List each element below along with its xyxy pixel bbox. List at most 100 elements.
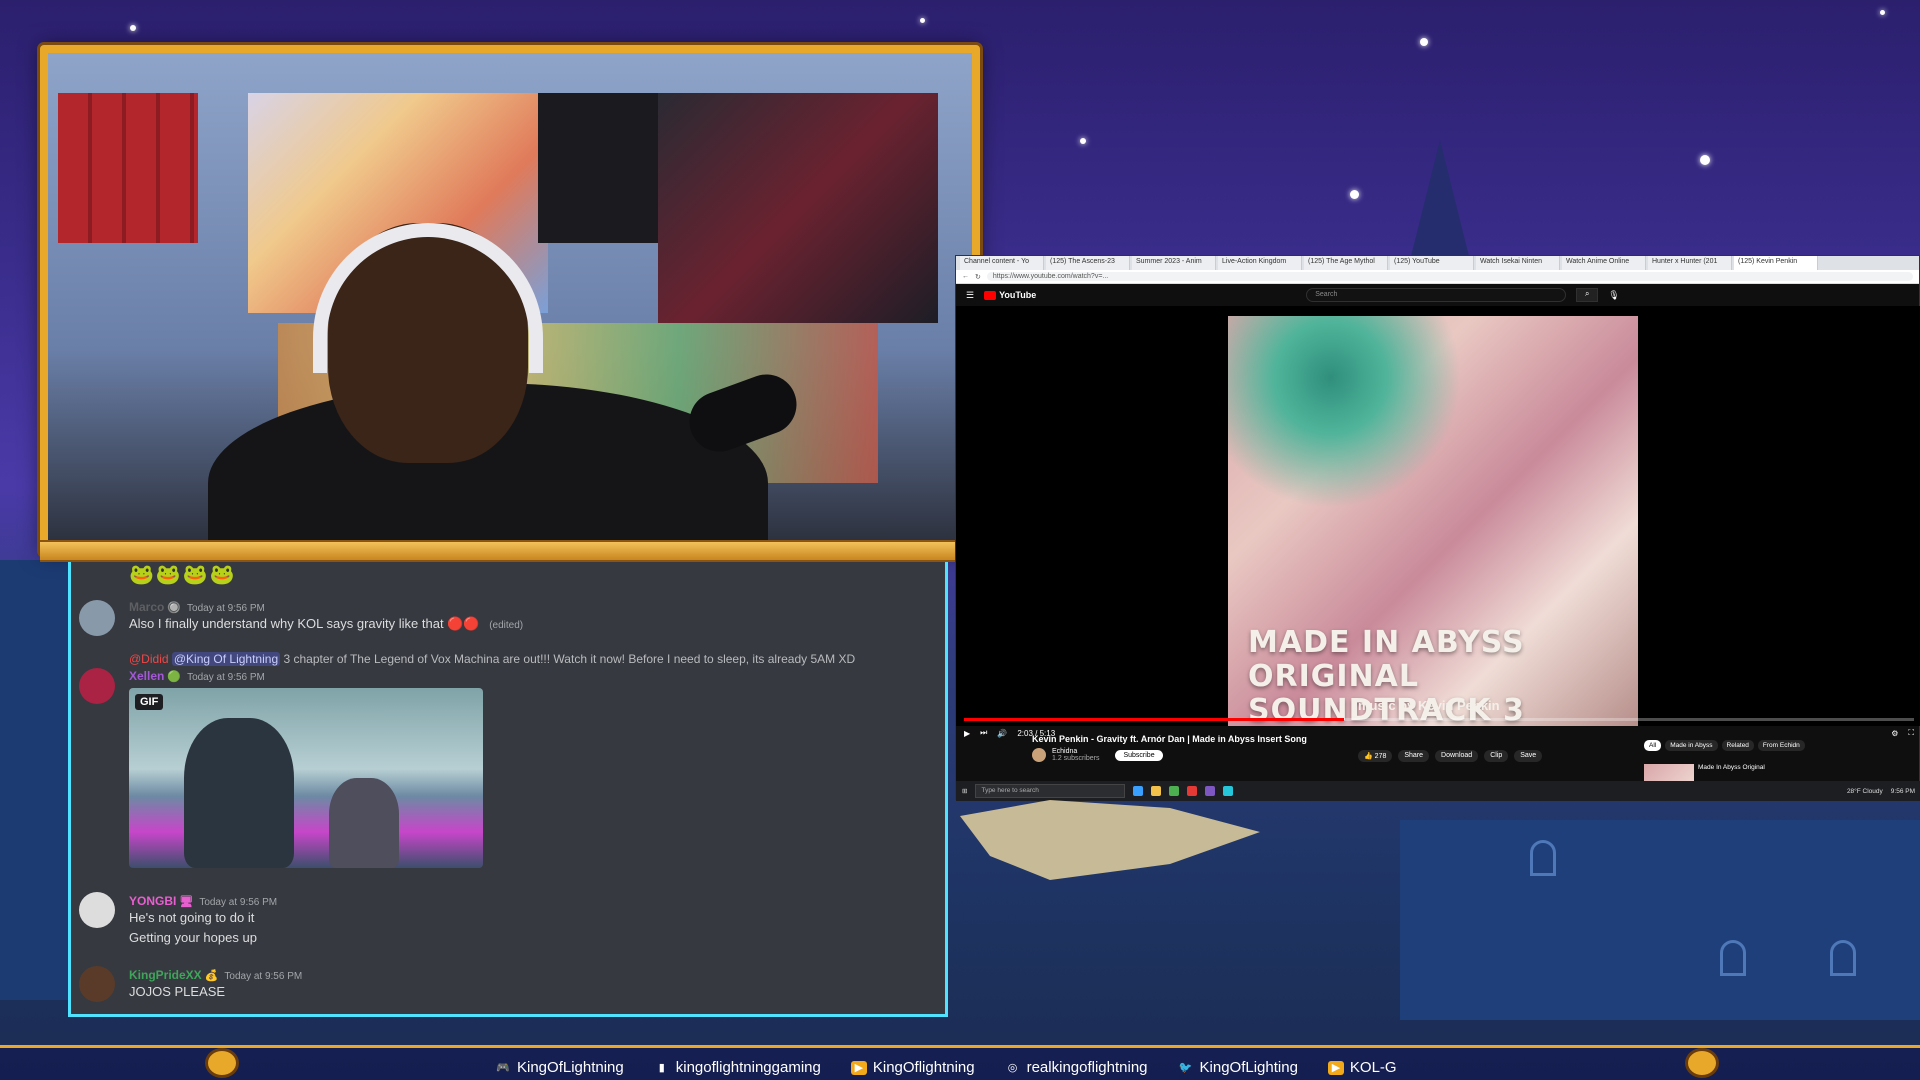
video-player[interactable]: MADE IN ABYSS ORIGINAL SOUNDTRACK 3 music… — [956, 306, 1920, 738]
browser-window: Channel content - Yo (125) The Ascens-23… — [955, 255, 1920, 801]
channel-avatar[interactable] — [1032, 748, 1046, 762]
video-progress-bar[interactable] — [964, 718, 1914, 721]
avatar[interactable] — [79, 892, 115, 928]
menu-icon[interactable]: ☰ — [966, 290, 974, 301]
browser-tab[interactable]: (125) The Ascens-23 — [1046, 256, 1130, 270]
channel-row: Echidna 1.2 subscribers Subscribe — [1032, 748, 1163, 762]
username[interactable]: Xellen 🟢 Today at 9:56 PM — [129, 669, 265, 683]
foam-panel-red — [58, 93, 198, 243]
download-button[interactable]: Download — [1435, 750, 1479, 762]
social-instagram[interactable]: ◎ realkingoflightning — [1005, 1059, 1148, 1076]
social-discord[interactable]: 🎮 KingOfLightning — [495, 1059, 624, 1076]
timestamp: Today at 9:56 PM — [187, 672, 265, 683]
save-button[interactable]: Save — [1514, 750, 1543, 762]
recommendation-chips: All Made in Abyss Related From Echidn — [1644, 740, 1805, 751]
foam-panel-black — [538, 93, 658, 243]
message-text: JOJOS PLEASE — [129, 984, 226, 999]
browser-tab-active[interactable]: (125) Kevin Penkin — [1734, 256, 1818, 270]
town-window — [1720, 940, 1746, 976]
back-icon[interactable]: ← — [962, 273, 969, 280]
youtube-logo[interactable]: YouTube — [984, 290, 1036, 300]
chip-from-channel[interactable]: From Echidn — [1757, 740, 1805, 751]
browser-tab[interactable]: Watch Anime Online — [1562, 256, 1646, 270]
reply-preview[interactable]: @Didid @King Of Lightning 3 chapter of T… — [129, 652, 855, 666]
instagram-icon: ◎ — [1007, 1062, 1018, 1074]
town-scenery — [1400, 820, 1920, 1020]
fullscreen-icon[interactable]: ⛶ — [1908, 728, 1914, 738]
browser-tab[interactable]: Hunter x Hunter (201 — [1648, 256, 1732, 270]
avatar[interactable] — [79, 600, 115, 636]
user-badge: 🟢 — [167, 671, 182, 683]
weather-status: 28°F Cloudy — [1846, 787, 1883, 795]
volume-icon[interactable]: 🔊 — [997, 729, 1007, 738]
webcam-frame — [40, 45, 980, 555]
like-button[interactable]: 👍 278 — [1358, 750, 1393, 762]
browser-tab[interactable]: (125) YouTube — [1390, 256, 1474, 270]
youtube-icon: ▶ — [1327, 1060, 1344, 1075]
settings-icon[interactable]: ⚙ — [1891, 729, 1898, 738]
social-youtube[interactable]: ▶ KingOflightning — [850, 1059, 975, 1076]
play-icon[interactable]: ▶ — [964, 729, 970, 738]
taskbar-app-icon[interactable] — [1169, 786, 1180, 796]
share-button[interactable]: Share — [1398, 750, 1430, 762]
reload-icon[interactable]: ↻ — [975, 273, 981, 281]
next-icon[interactable]: ⏭ — [980, 728, 987, 738]
footer-cap-right — [1685, 1048, 1719, 1078]
subscribe-button[interactable]: Subscribe — [1115, 749, 1163, 761]
clip-button[interactable]: Clip — [1484, 750, 1509, 762]
social-twitch[interactable]: ▮ kingoflightninggaming — [654, 1059, 821, 1076]
username[interactable]: YONGBI 🖥 Today at 9:56 PM — [129, 894, 277, 908]
taskbar-app-icon[interactable] — [1205, 786, 1216, 796]
chip-all[interactable]: All — [1644, 740, 1662, 751]
chip-related[interactable]: Related — [1721, 740, 1754, 751]
browser-tab[interactable]: Live-Action Kingdom — [1218, 256, 1302, 270]
star — [1420, 38, 1428, 46]
avatar[interactable] — [79, 966, 115, 1002]
timestamp: Today at 9:56 PM — [199, 897, 278, 908]
left-town-scenery — [0, 560, 70, 1000]
youtube-header: ☰ YouTube Search ⌕ 🎙 — [956, 284, 1919, 306]
browser-tab[interactable]: Summer 2023 - Anim — [1132, 256, 1216, 270]
youtube-icon: ▶ — [850, 1060, 867, 1075]
discord-chat: 🐸🐸🐸🐸 Marco 🔘 Today at 9:56 PM Also I final… — [68, 562, 948, 1017]
browser-tab[interactable]: Channel content - Yo — [960, 256, 1044, 270]
tower-spire — [1410, 140, 1470, 260]
search-input[interactable]: Search — [1306, 288, 1567, 302]
video-title: Kevin Penkin - Gravity ft. Arnór Dan | M… — [1032, 734, 1307, 744]
browser-tab[interactable]: Watch Isekai Ninten — [1476, 256, 1560, 270]
url-field[interactable]: https://www.youtube.com/watch?v=... — [986, 272, 1913, 281]
social-links: 🎮 KingOfLightning ▮ kingoflightninggaming … — [495, 1059, 1397, 1076]
gif-label: GIF — [135, 694, 164, 710]
star — [1880, 10, 1885, 15]
username[interactable]: Marco 🔘 Today at 9:56 PM — [129, 600, 265, 614]
browser-tabs: Channel content - Yo (125) The Ascens-23… — [956, 256, 1919, 270]
like-icon: 👍 — [1364, 753, 1373, 760]
timestamp: Today at 9:56 PM — [187, 603, 265, 614]
taskbar-app-icon[interactable] — [1187, 786, 1198, 796]
browser-tab[interactable]: (125) The Age Mythol — [1304, 256, 1388, 270]
map-island — [960, 800, 1260, 880]
subscriber-count: 1.2 subscribers — [1052, 755, 1100, 762]
gif-figure — [184, 718, 294, 868]
taskbar-app-icon[interactable] — [1223, 786, 1234, 796]
social-youtube-secondary[interactable]: ▶ KOL-G — [1327, 1059, 1397, 1076]
taskbar-app-icon[interactable] — [1151, 786, 1162, 796]
next-video-title[interactable]: Made In Abyss Original — [1698, 764, 1765, 771]
mic-icon[interactable]: 🎙 — [1608, 290, 1619, 301]
dark-poster — [658, 93, 938, 323]
star — [1080, 138, 1086, 144]
user-badge: 💰 — [204, 970, 219, 982]
gif-embed[interactable]: GIF — [129, 688, 483, 868]
search-icon[interactable]: ⌕ — [1576, 288, 1599, 302]
message-text: Getting your hopes up — [129, 930, 257, 945]
chip-made-in-abyss[interactable]: Made in Abyss — [1665, 740, 1718, 751]
username[interactable]: KingPrideXX 💰 Today at 9:56 PM — [129, 968, 302, 982]
start-icon[interactable]: ⊞ — [962, 787, 967, 795]
avatar[interactable] — [79, 668, 115, 704]
progress-fill — [964, 718, 1344, 721]
social-twitter[interactable]: 🐦 KingOfLighting — [1178, 1059, 1298, 1076]
taskbar-search[interactable]: Type here to search — [975, 784, 1126, 798]
star — [920, 18, 925, 23]
channel-name[interactable]: Echidna — [1052, 748, 1077, 755]
taskbar-app-icon[interactable] — [1133, 786, 1144, 796]
